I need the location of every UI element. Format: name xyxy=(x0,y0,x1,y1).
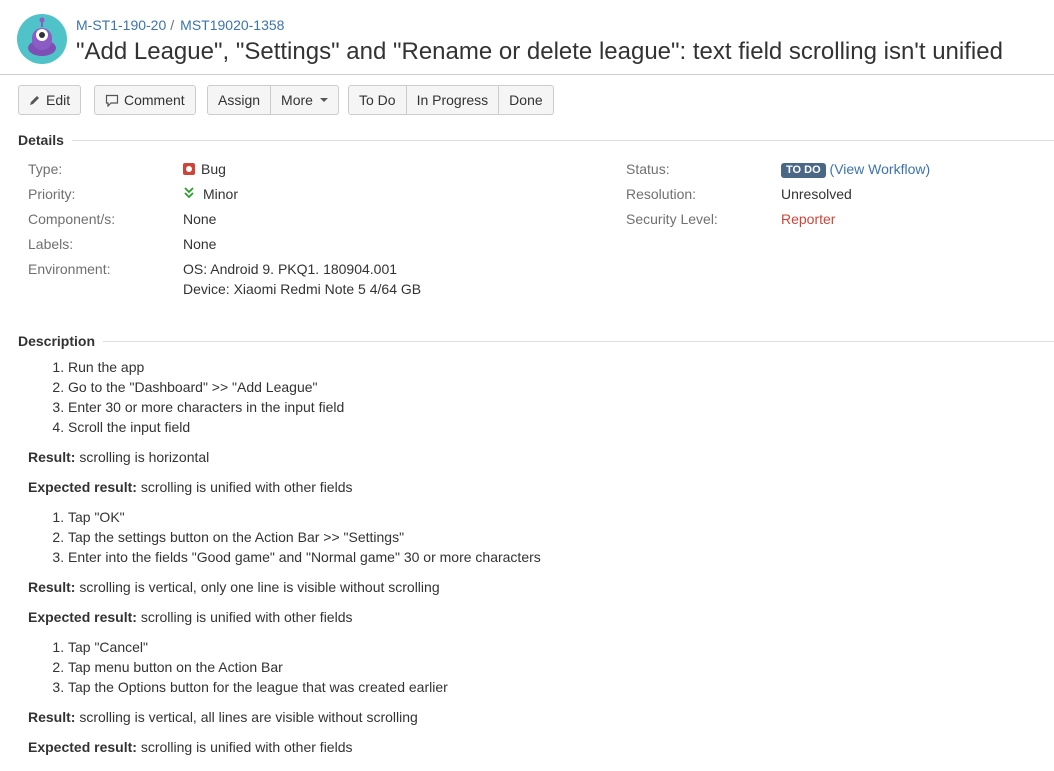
result-label: Result: xyxy=(28,579,76,595)
status-value: TO DO (View Workflow) xyxy=(781,161,930,178)
priority-value-text: Minor xyxy=(203,186,239,202)
result-text: scrolling is horizontal xyxy=(79,449,210,465)
labels-value: None xyxy=(183,236,217,252)
result-label: Result: xyxy=(28,709,76,725)
workflow-group: To Do In Progress Done xyxy=(348,85,554,115)
done-button[interactable]: Done xyxy=(499,85,554,115)
edit-label: Edit xyxy=(46,92,71,108)
project-avatar[interactable] xyxy=(17,14,67,64)
breadcrumb-issue-link[interactable]: MST19020-1358 xyxy=(180,17,284,33)
view-workflow-paren-close: ) xyxy=(925,161,931,177)
todo-button[interactable]: To Do xyxy=(348,85,407,115)
expected-label: Expected result: xyxy=(28,609,137,625)
list-item: Tap menu button on the Action Bar xyxy=(68,657,1028,677)
result-label: Result: xyxy=(28,449,76,465)
issue-title[interactable]: "Add League", "Settings" and "Rename or … xyxy=(76,38,1003,66)
list-item: Enter 30 or more characters in the input… xyxy=(68,397,1028,417)
security-level-label: Security Level: xyxy=(626,211,718,227)
issue-header: M-ST1-190-20/ MST19020-1358 "Add League",… xyxy=(0,0,1054,75)
view-workflow-link[interactable]: View Workflow xyxy=(834,161,925,177)
description-body: Run the app Go to the "Dashboard" >> "Ad… xyxy=(28,357,1028,757)
assign-more-group: Assign More xyxy=(207,85,339,115)
assign-button[interactable]: Assign xyxy=(207,85,272,115)
environment-line-device: Device: Xiaomi Redmi Note 5 4/64 GB xyxy=(183,281,422,297)
details-heading-text: Details xyxy=(18,132,64,148)
result-1: Result: scrolling is horizontal xyxy=(28,447,1028,467)
type-value-text: Bug xyxy=(201,161,226,177)
steps-list-3: Tap "Cancel" Tap menu button on the Acti… xyxy=(28,637,1028,697)
in-progress-button[interactable]: In Progress xyxy=(406,85,500,115)
comment-group: Comment xyxy=(94,85,196,115)
list-item: Tap "OK" xyxy=(68,507,1028,527)
breadcrumb-separator: / xyxy=(170,17,175,33)
status-badge: TO DO xyxy=(781,163,826,178)
expected-result-3: Expected result: scrolling is unified wi… xyxy=(28,737,1028,757)
security-level-value[interactable]: Reporter xyxy=(781,211,835,227)
steps-list-1: Run the app Go to the "Dashboard" >> "Ad… xyxy=(28,357,1028,437)
more-button[interactable]: More xyxy=(271,85,339,115)
type-value: Bug xyxy=(183,161,226,177)
components-value: None xyxy=(183,211,217,227)
details-heading: Details xyxy=(18,132,1054,148)
environment-label: Environment: xyxy=(28,261,111,277)
expected-label: Expected result: xyxy=(28,479,137,495)
list-item: Go to the "Dashboard" >> "Add League" xyxy=(68,377,1028,397)
chevron-down-icon xyxy=(319,98,328,102)
breadcrumb-project-link[interactable]: M-ST1-190-20 xyxy=(76,17,166,33)
edit-group: Edit xyxy=(18,85,82,115)
resolution-label: Resolution: xyxy=(626,186,697,202)
list-item: Scroll the input field xyxy=(68,417,1028,437)
expected-text: scrolling is unified with other fields xyxy=(140,739,353,755)
comment-button[interactable]: Comment xyxy=(94,85,196,115)
expected-text: scrolling is unified with other fields xyxy=(140,479,353,495)
description-heading: Description xyxy=(18,333,1054,349)
expected-text: scrolling is unified with other fields xyxy=(140,609,353,625)
list-item: Tap the Options button for the league th… xyxy=(68,677,1028,697)
labels-label: Labels: xyxy=(28,236,74,252)
bug-icon xyxy=(183,163,195,175)
details-divider xyxy=(71,139,1054,141)
type-label: Type: xyxy=(28,161,63,177)
breadcrumb: M-ST1-190-20/ MST19020-1358 xyxy=(76,17,284,33)
pencil-icon xyxy=(30,96,39,105)
description-divider xyxy=(103,340,1054,342)
environment-line-os: OS: Android 9. PKQ1. 180904.001 xyxy=(183,261,398,277)
list-item: Run the app xyxy=(68,357,1028,377)
description-heading-text: Description xyxy=(18,333,96,349)
list-item: Enter into the fields "Good game" and "N… xyxy=(68,547,1028,567)
result-text: scrolling is vertical, only one line is … xyxy=(79,579,440,595)
result-text: scrolling is vertical, all lines are vis… xyxy=(79,709,418,725)
result-3: Result: scrolling is vertical, all lines… xyxy=(28,707,1028,727)
components-label: Component/s: xyxy=(28,211,116,227)
priority-value: Minor xyxy=(183,186,238,202)
resolution-value: Unresolved xyxy=(781,186,852,202)
list-item: Tap "Cancel" xyxy=(68,637,1028,657)
more-label: More xyxy=(281,92,313,108)
priority-label: Priority: xyxy=(28,186,76,202)
result-2: Result: scrolling is vertical, only one … xyxy=(28,577,1028,597)
edit-button[interactable]: Edit xyxy=(18,85,82,115)
expected-result-1: Expected result: scrolling is unified wi… xyxy=(28,477,1028,497)
expected-result-2: Expected result: scrolling is unified wi… xyxy=(28,607,1028,627)
priority-minor-icon xyxy=(184,187,194,199)
comment-icon xyxy=(105,94,119,107)
expected-label: Expected result: xyxy=(28,739,137,755)
comment-label: Comment xyxy=(124,92,185,108)
status-label: Status: xyxy=(626,161,670,177)
steps-list-2: Tap "OK" Tap the settings button on the … xyxy=(28,507,1028,567)
list-item: Tap the settings button on the Action Ba… xyxy=(68,527,1028,547)
